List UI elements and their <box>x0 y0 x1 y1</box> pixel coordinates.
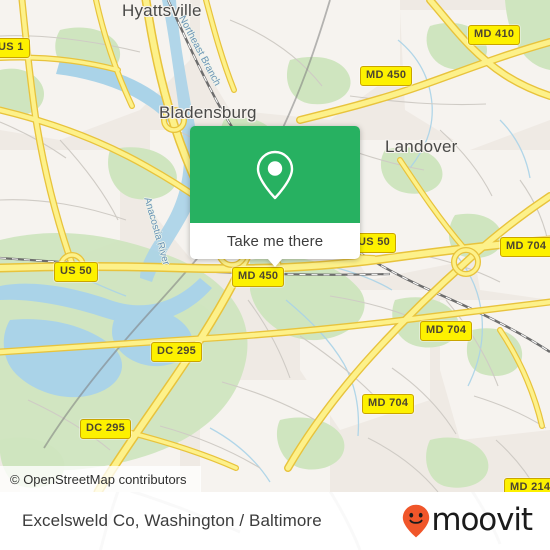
map-pin-icon <box>256 150 294 199</box>
footer-bar: Excelsweld Co, Washington / Baltimore mo… <box>0 492 550 550</box>
road-shield-dc-295-s: DC 295 <box>80 419 132 439</box>
callout-marker-area <box>190 126 360 223</box>
moovit-logo[interactable]: moovit <box>402 501 533 538</box>
location-callout-card: Take me there <box>190 126 360 267</box>
road-shield-md-450-s: MD 450 <box>232 267 285 287</box>
moovit-smiley-pin-icon <box>403 504 430 538</box>
road-shield-dc-295-n: DC 295 <box>151 342 203 362</box>
take-me-there-button[interactable]: Take me there <box>190 223 360 259</box>
road-shield-md-704-ne: MD 704 <box>500 237 550 257</box>
osm-attribution[interactable]: © OpenStreetMap contributors <box>0 466 201 492</box>
road-shield-md-704-c: MD 704 <box>420 321 473 341</box>
moovit-map-screenshot: Hyattsville Bladensburg Landover Northea… <box>0 0 550 550</box>
road-shield-us-1: US 1 <box>0 38 30 58</box>
road-shield-md-704-s: MD 704 <box>362 394 415 414</box>
road-shield-md-410: MD 410 <box>468 25 521 45</box>
callout-pointer-tail <box>267 258 283 267</box>
road-shield-us-50-w: US 50 <box>54 262 99 282</box>
osm-attribution-text: © OpenStreetMap contributors <box>10 471 187 487</box>
place-title: Excelsweld Co, Washington / Baltimore <box>22 511 322 530</box>
road-shield-md-450-n: MD 450 <box>360 66 413 86</box>
road-shield-md-214: MD 214 <box>504 478 550 492</box>
map-canvas[interactable]: Hyattsville Bladensburg Landover Northea… <box>0 0 550 492</box>
take-me-there-label: Take me there <box>226 232 324 250</box>
moovit-wordmark: moovit <box>431 501 533 538</box>
